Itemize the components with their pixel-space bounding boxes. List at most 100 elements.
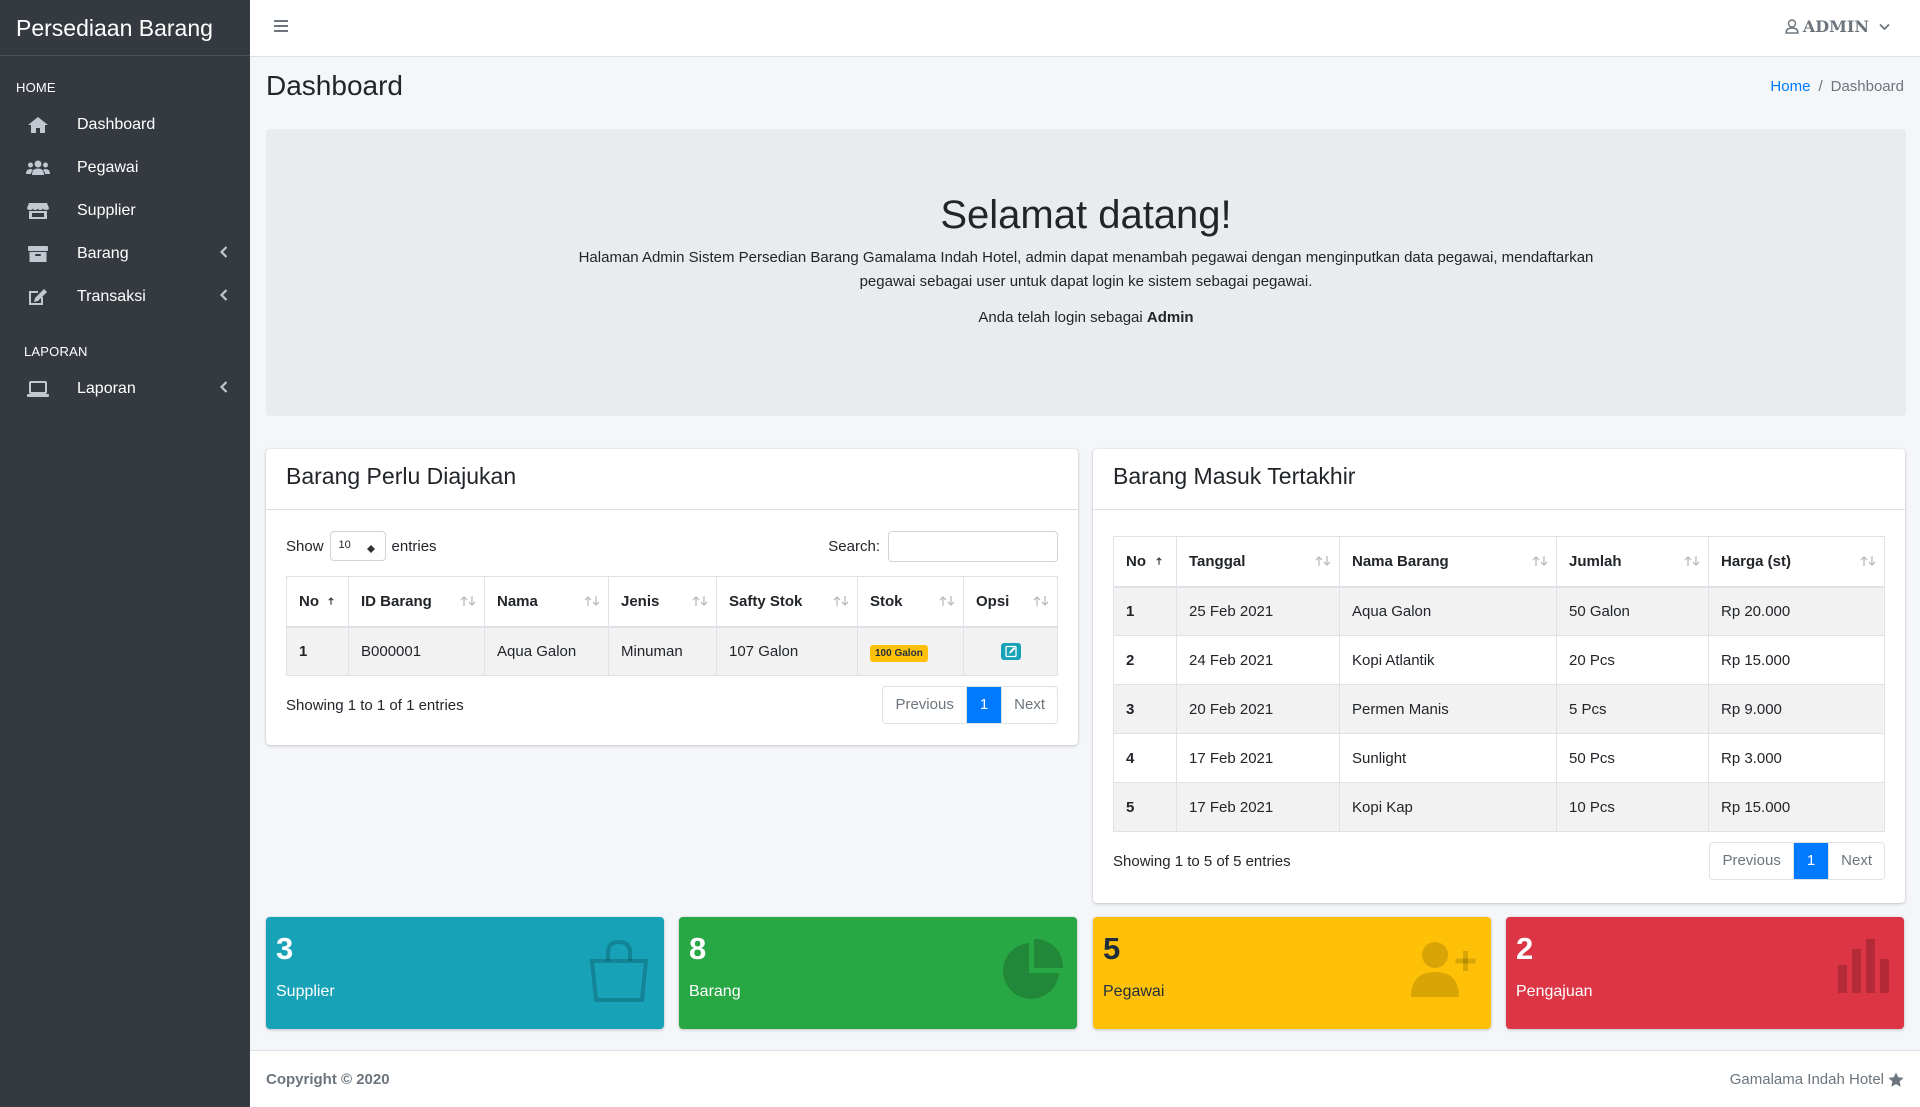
cell-tanggal: 17 Feb 2021 xyxy=(1176,782,1340,832)
top-navbar: ADMIN xyxy=(250,0,1920,57)
column-header-no[interactable]: No xyxy=(1113,536,1177,588)
edit-button[interactable] xyxy=(1000,643,1021,661)
sidebar-item-pegawai[interactable]: Pegawai xyxy=(0,146,250,189)
sidebar-item-label: Supplier xyxy=(77,201,136,219)
cell-stok: 100 Galon xyxy=(857,626,964,676)
table-info: Showing 1 to 1 of 1 entries xyxy=(286,696,464,714)
sidebar-item-transaksi[interactable]: Transaksi xyxy=(0,275,250,318)
cell-no: 4 xyxy=(1113,733,1177,783)
copyright-text: Copyright © 2020 xyxy=(266,1071,390,1088)
cell-id-barang: B000001 xyxy=(348,626,485,676)
cell-nama: Aqua Galon xyxy=(484,626,609,676)
column-header-no[interactable]: No xyxy=(286,576,349,628)
page-1-button[interactable]: 1 xyxy=(966,687,1003,723)
table-row: 1 25 Feb 2021 Aqua Galon 50 Galon Rp 20.… xyxy=(1113,586,1885,636)
laptop-icon xyxy=(26,379,50,399)
stat-label: Pegawai xyxy=(1103,983,1165,1000)
breadcrumb-current: Dashboard xyxy=(1830,78,1904,95)
cell-nama-barang: Kopi Atlantik xyxy=(1339,635,1557,685)
sidebar-item-laporan[interactable]: Laporan xyxy=(0,367,250,410)
stat-box-barang[interactable]: 8 Barang xyxy=(679,917,1077,1029)
stat-box-supplier[interactable]: 3 Supplier xyxy=(266,917,664,1029)
login-info: Anda telah login sebagai Admin xyxy=(266,309,1906,326)
login-prefix: Anda telah login sebagai xyxy=(978,309,1147,326)
card-barang-perlu-diajukan: Barang Perlu Diajukan Show 10 entries Se… xyxy=(266,449,1078,745)
pencil-icon xyxy=(1004,645,1017,658)
search-input[interactable] xyxy=(888,530,1058,562)
stat-label: Supplier xyxy=(276,983,335,1000)
chevron-left-icon xyxy=(220,289,228,301)
page-title: Dashboard xyxy=(266,70,403,101)
user-dropdown[interactable]: ADMIN xyxy=(1785,17,1894,36)
cell-opsi xyxy=(963,626,1058,676)
column-header-harga[interactable]: Harga (st) xyxy=(1708,536,1885,588)
pagination: Previous 1 Next xyxy=(1709,842,1885,880)
brand-link[interactable]: Persediaan Barang xyxy=(0,0,250,56)
next-button[interactable]: Next xyxy=(1002,687,1057,723)
welcome-heading: Selamat datang! xyxy=(940,193,1232,237)
welcome-jumbotron: Selamat datang! Halaman Admin Sistem Per… xyxy=(266,129,1906,416)
show-entries: Show 10 entries xyxy=(286,531,437,561)
column-header-stok[interactable]: Stok xyxy=(857,576,964,628)
column-header-nama-barang[interactable]: Nama Barang xyxy=(1339,536,1557,588)
bar-chart-icon xyxy=(1838,939,1889,993)
cell-tanggal: 17 Feb 2021 xyxy=(1176,733,1340,783)
cell-no: 1 xyxy=(1113,586,1177,636)
menu-toggle-icon[interactable] xyxy=(274,20,288,34)
stat-box-pengajuan[interactable]: 2 Pengajuan xyxy=(1506,917,1904,1029)
stat-box-pegawai[interactable]: 5 Pegawai xyxy=(1093,917,1491,1029)
user-plus-icon xyxy=(1411,942,1476,997)
column-header-nama[interactable]: Nama xyxy=(484,576,609,628)
table-barang-perlu: No ID Barang Nama Jenis Safty Stok Stok … xyxy=(286,576,1058,676)
store-icon xyxy=(26,201,50,221)
sidebar-item-barang[interactable]: Barang xyxy=(0,232,250,275)
entries-select[interactable]: 10 xyxy=(329,531,386,561)
card-barang-masuk-tertakhir: Barang Masuk Tertakhir No Tanggal Nama B… xyxy=(1093,449,1905,903)
cell-harga: Rp 20.000 xyxy=(1708,586,1885,636)
stok-badge: 100 Galon xyxy=(870,644,928,662)
user-icon xyxy=(1785,19,1799,34)
page-1-button[interactable]: 1 xyxy=(1793,843,1830,879)
sidebar: Persediaan Barang HOME Dashboard Pegawai… xyxy=(0,0,250,1107)
column-header-opsi[interactable]: Opsi xyxy=(963,576,1058,628)
column-header-jenis[interactable]: Jenis xyxy=(608,576,717,628)
sidebar-item-label: Laporan xyxy=(77,379,136,397)
entries-label: entries xyxy=(391,537,437,555)
login-user: Admin xyxy=(1146,309,1194,326)
cell-tanggal: 24 Feb 2021 xyxy=(1176,635,1340,685)
cell-nama-barang: Kopi Kap xyxy=(1339,782,1557,832)
card-title: Barang Perlu Diajukan xyxy=(266,449,1078,510)
sidebar-item-dashboard[interactable]: Dashboard xyxy=(0,103,250,146)
sidebar-item-label: Pegawai xyxy=(77,158,139,176)
cell-jumlah: 10 Pcs xyxy=(1556,782,1709,832)
cell-no: 1 xyxy=(286,626,349,676)
column-header-id-barang[interactable]: ID Barang xyxy=(348,576,485,628)
cell-no: 5 xyxy=(1113,782,1177,832)
company-name: Gamalama Indah Hotel xyxy=(1729,1071,1884,1088)
archive-icon xyxy=(26,244,50,264)
cell-no: 2 xyxy=(1113,635,1177,685)
cell-nama-barang: Permen Manis xyxy=(1339,684,1557,734)
stat-label: Pengajuan xyxy=(1516,983,1593,1000)
column-header-jumlah[interactable]: Jumlah xyxy=(1556,536,1709,588)
breadcrumb-home-link[interactable]: Home xyxy=(1770,78,1810,95)
users-icon xyxy=(26,158,50,178)
column-header-tanggal[interactable]: Tanggal xyxy=(1176,536,1340,588)
edit-icon xyxy=(26,287,50,307)
cell-harga: Rp 9.000 xyxy=(1708,684,1885,734)
cell-jenis: Minuman xyxy=(608,626,717,676)
next-button[interactable]: Next xyxy=(1829,843,1884,879)
previous-button[interactable]: Previous xyxy=(1710,843,1794,879)
cell-no: 3 xyxy=(1113,684,1177,734)
column-header-safty-stok[interactable]: Safty Stok xyxy=(716,576,858,628)
cell-jumlah: 50 Pcs xyxy=(1556,733,1709,783)
stat-value: 3 xyxy=(276,931,294,966)
cell-nama-barang: Sunlight xyxy=(1339,733,1557,783)
footer-right: Gamalama Indah Hotel xyxy=(1730,1071,1904,1088)
cell-safty-stok: 107 Galon xyxy=(716,626,858,676)
show-label: Show xyxy=(286,537,324,555)
previous-button[interactable]: Previous xyxy=(883,687,967,723)
cell-jumlah: 50 Galon xyxy=(1556,586,1709,636)
cell-harga: Rp 3.000 xyxy=(1708,733,1885,783)
sidebar-item-supplier[interactable]: Supplier xyxy=(0,189,250,232)
